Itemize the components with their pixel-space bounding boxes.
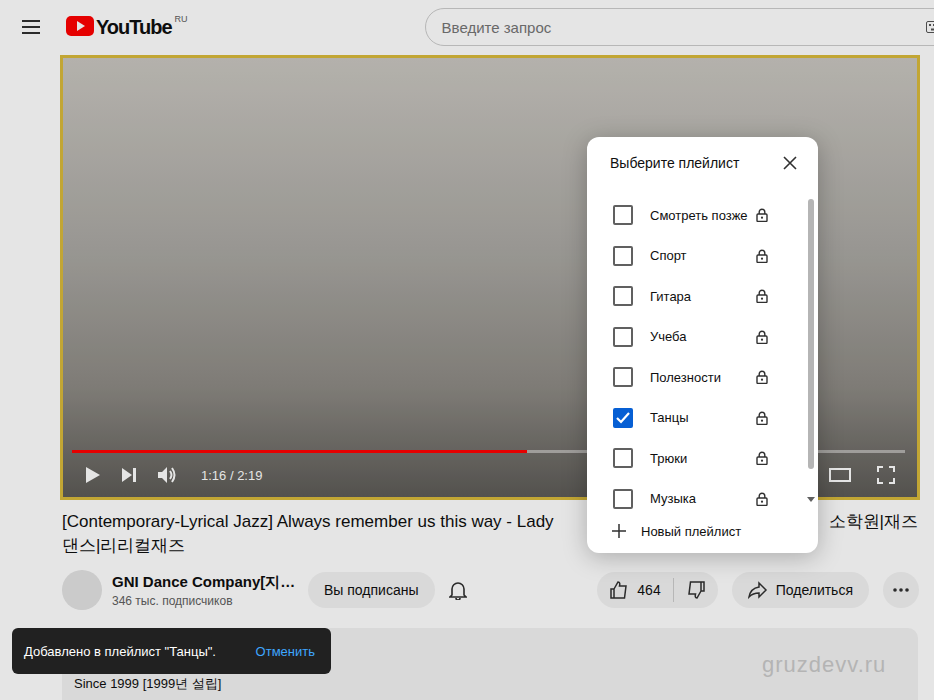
undo-button[interactable]: Отменить xyxy=(256,644,319,659)
lock-icon xyxy=(756,370,768,384)
playlist-list: Смотреть позже Спорт Гитара Учеба Полезности… xyxy=(587,195,818,519)
close-icon[interactable] xyxy=(782,155,798,171)
lock-icon xyxy=(756,289,768,303)
scroll-down-icon[interactable] xyxy=(807,497,815,503)
dialog-title: Выберите плейлист xyxy=(610,155,739,171)
playlist-item[interactable]: Танцы xyxy=(587,398,818,439)
watermark: gruzdevv.ru xyxy=(762,652,886,678)
privacy-indicator xyxy=(756,289,770,303)
toast-notification: Добавлено в плейлист "Танцы". Отменить xyxy=(12,628,331,674)
privacy-indicator xyxy=(756,451,770,465)
scrollbar[interactable] xyxy=(807,199,815,511)
toast-message: Добавлено в плейлист "Танцы". xyxy=(24,644,216,659)
playlist-checkbox[interactable] xyxy=(613,367,633,387)
new-playlist-label: Новый плейлист xyxy=(641,524,741,539)
privacy-indicator xyxy=(756,411,770,425)
playlist-checkbox[interactable] xyxy=(613,246,633,266)
playlist-item[interactable]: Полезности xyxy=(587,357,818,398)
playlist-item[interactable]: Учеба xyxy=(587,317,818,358)
privacy-indicator xyxy=(756,330,770,344)
lock-icon xyxy=(756,492,768,506)
playlist-label: Учеба xyxy=(650,329,756,344)
playlist-item[interactable]: Смотреть позже xyxy=(587,195,818,236)
plus-icon xyxy=(611,523,627,539)
playlist-checkbox[interactable] xyxy=(613,286,633,306)
lock-icon xyxy=(756,330,768,344)
dialog-header: Выберите плейлист xyxy=(587,137,818,189)
privacy-indicator xyxy=(756,249,770,263)
playlist-label: Трюки xyxy=(650,451,756,466)
lock-icon xyxy=(756,411,768,425)
playlist-checkbox[interactable] xyxy=(613,448,633,468)
playlist-label: Спорт xyxy=(650,248,756,263)
playlist-item[interactable]: Гитара xyxy=(587,276,818,317)
playlist-item[interactable]: Трюки xyxy=(587,438,818,479)
playlist-dialog: Выберите плейлист Смотреть позже Спорт Гита… xyxy=(587,137,818,553)
playlist-checkbox[interactable] xyxy=(613,327,633,347)
playlist-label: Смотреть позже xyxy=(650,208,756,223)
lock-icon xyxy=(756,208,768,222)
playlist-label: Гитара xyxy=(650,289,756,304)
privacy-indicator xyxy=(756,492,770,506)
playlist-label: Танцы xyxy=(650,410,756,425)
playlist-checkbox[interactable] xyxy=(613,408,633,428)
lock-icon xyxy=(756,249,768,263)
playlist-item[interactable]: Музыка xyxy=(587,479,818,520)
playlist-label: Полезности xyxy=(650,370,756,385)
lock-icon xyxy=(756,451,768,465)
new-playlist-button[interactable]: Новый плейлист xyxy=(587,519,818,543)
playlist-label: Музыка xyxy=(650,491,756,506)
privacy-indicator xyxy=(756,370,770,384)
playlist-checkbox[interactable] xyxy=(613,205,633,225)
scrollbar-thumb[interactable] xyxy=(808,199,814,469)
playlist-checkbox[interactable] xyxy=(613,489,633,509)
privacy-indicator xyxy=(756,208,770,222)
playlist-item[interactable]: Спорт xyxy=(587,236,818,277)
